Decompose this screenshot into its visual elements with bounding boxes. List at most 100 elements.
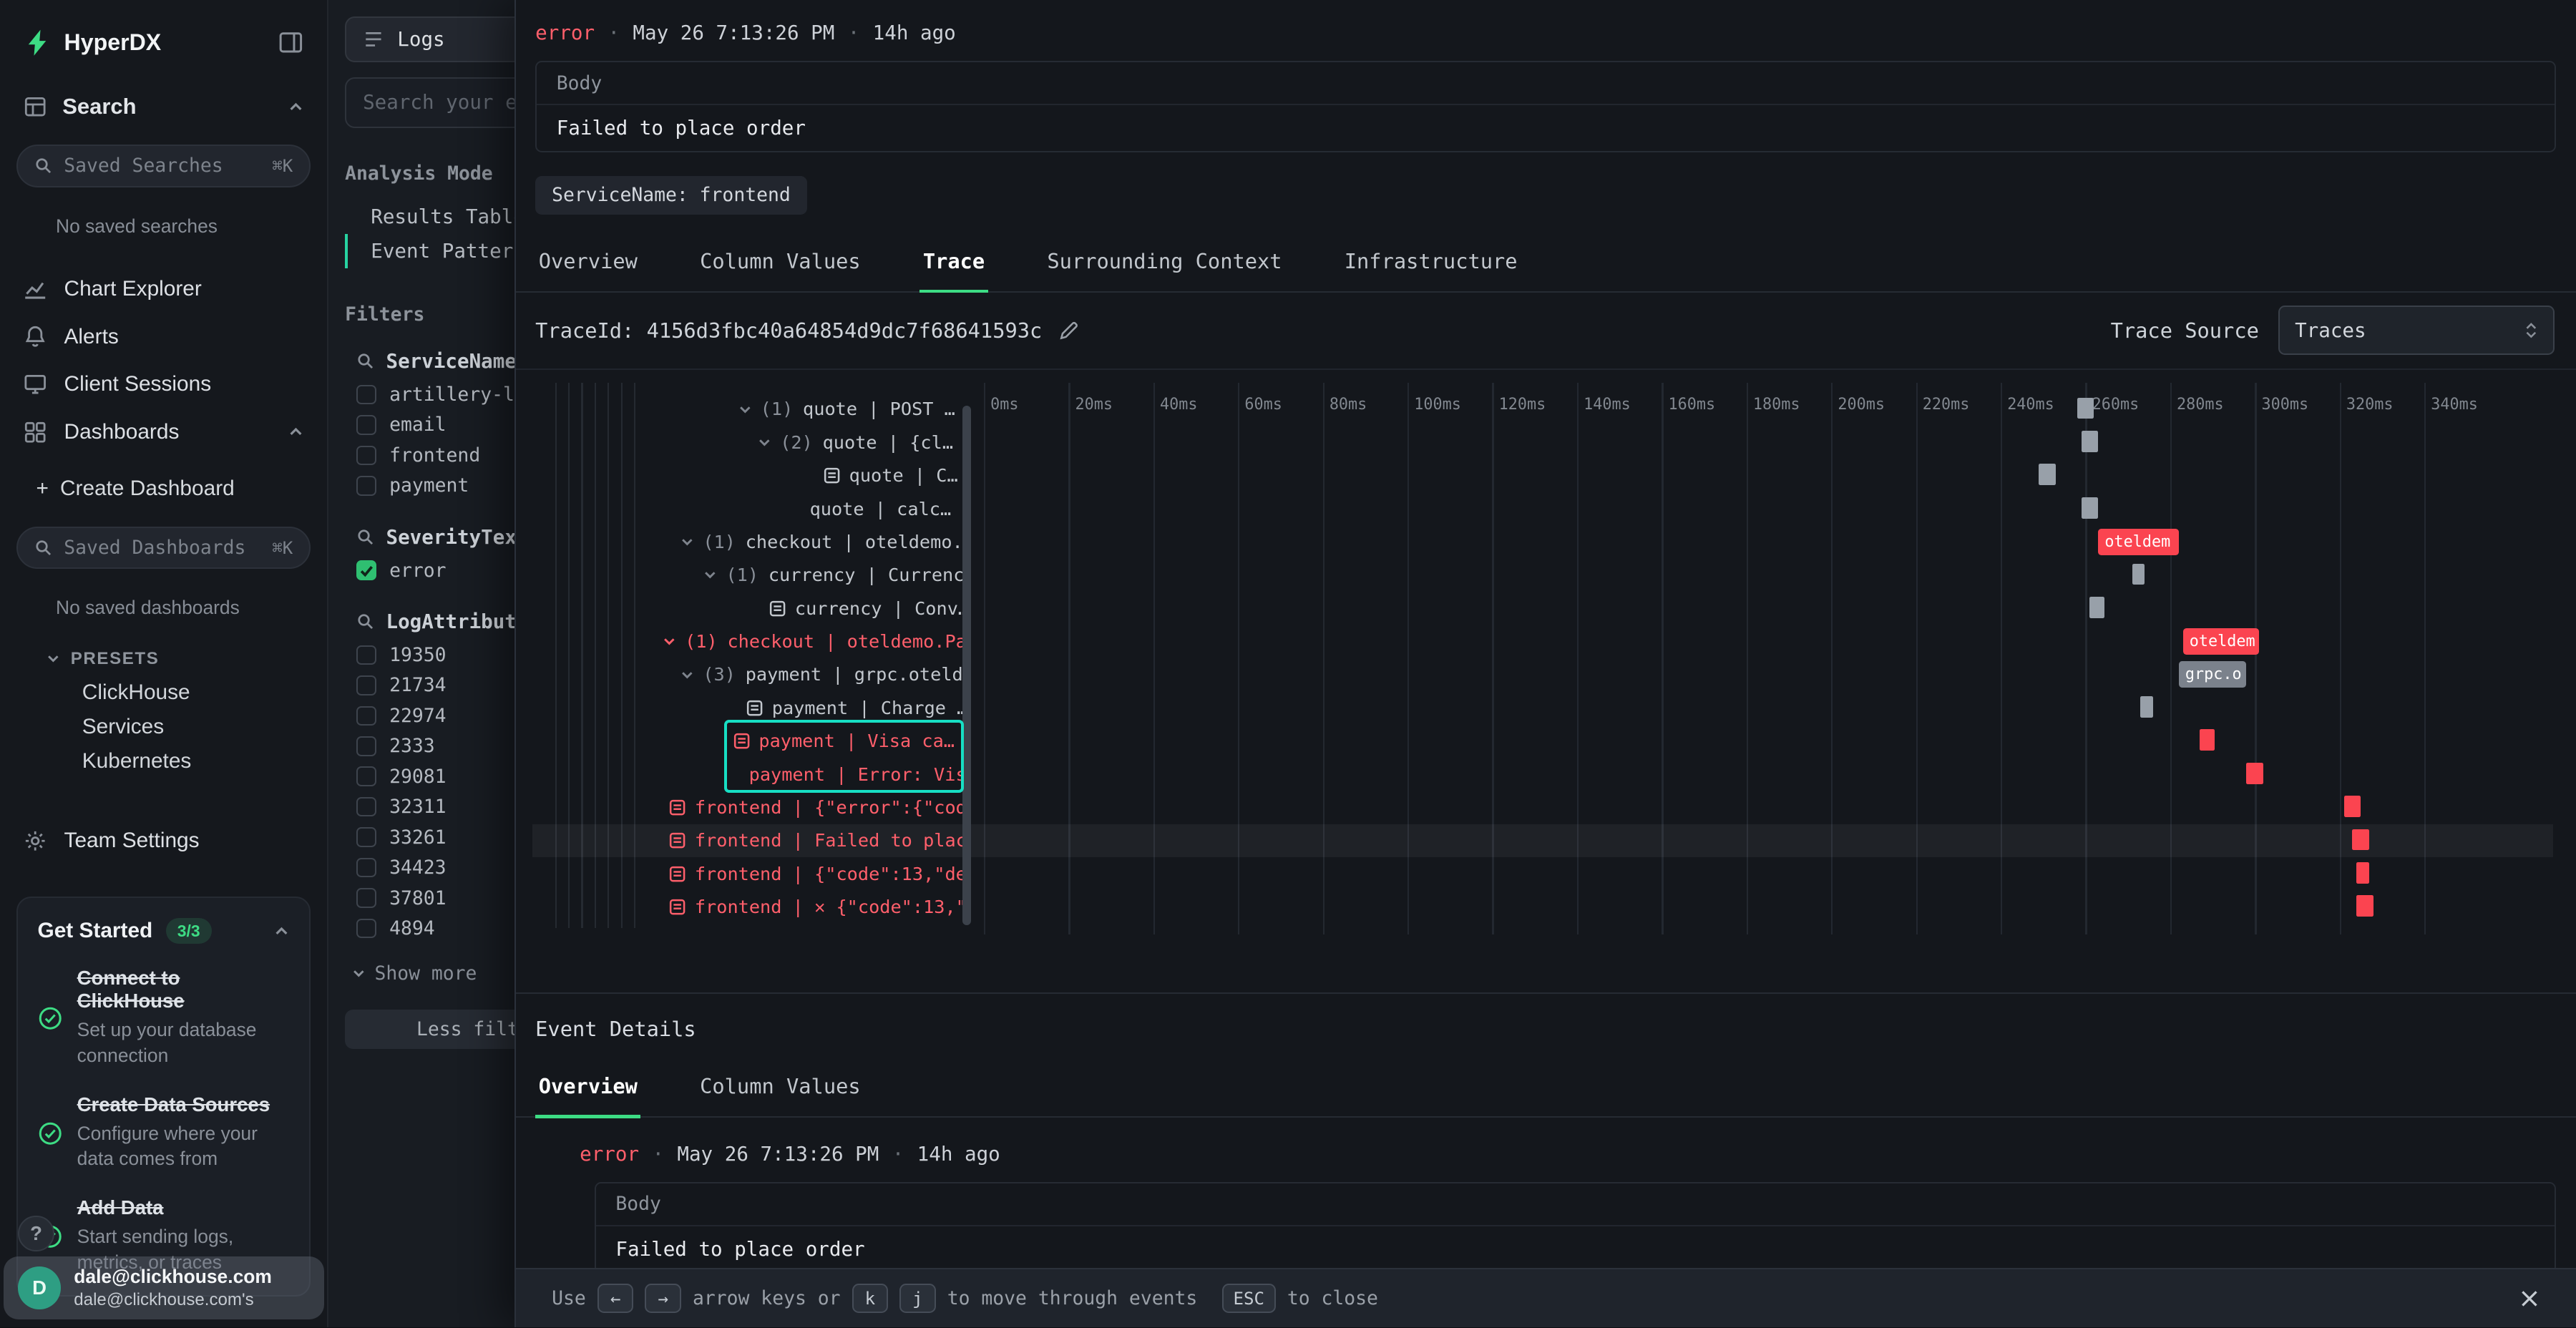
span-duration-bar[interactable]: oteldem — [2098, 529, 2179, 555]
presets-toggle[interactable]: PRESETS — [0, 643, 327, 675]
filter-value-label: frontend — [389, 444, 480, 467]
brand[interactable]: HyperDX — [23, 28, 161, 57]
span-label: frontend | ✕ {"code":13,"d… — [695, 897, 962, 917]
checkbox[interactable] — [356, 919, 376, 939]
span-row[interactable]: frontend | {"code":13,"det… — [516, 857, 962, 890]
presets-label: PRESETS — [71, 649, 160, 669]
span-row[interactable]: quote | C… — [516, 459, 962, 492]
create-dashboard-button[interactable]: + Create Dashboard — [0, 467, 327, 510]
body-label: Body — [596, 1183, 2555, 1227]
span-row[interactable]: (1)checkout | oteldemo.Pa… — [516, 625, 962, 658]
sidebar-preset-kubernetes[interactable]: Kubernetes — [0, 744, 327, 778]
span-count: (1) — [685, 631, 718, 652]
gear-icon — [23, 829, 47, 853]
tab-infrastructure[interactable]: Infrastructure — [1341, 234, 1521, 291]
event-details-tab-overview[interactable]: Overview — [535, 1059, 640, 1116]
span-row[interactable]: currency | Conv… — [516, 592, 962, 625]
edit-icon[interactable] — [1058, 320, 1080, 341]
span-duration-bar[interactable] — [2356, 862, 2369, 884]
team-settings-button[interactable]: Team Settings — [0, 818, 327, 864]
span-row[interactable]: (2)quote | {cl… — [516, 426, 962, 459]
span-duration-bar[interactable] — [2089, 597, 2104, 618]
get-started-header[interactable]: Get Started 3/3 — [38, 918, 290, 944]
user-menu[interactable]: D dale@clickhouse.com dale@clickhouse.co… — [4, 1256, 324, 1319]
checkbox[interactable] — [356, 766, 376, 786]
span-row[interactable]: (1)quote | POST … — [516, 393, 962, 426]
body-card: Body Failed to place order — [535, 61, 2556, 153]
span-duration-bar[interactable]: oteldem — [2183, 628, 2260, 655]
sidebar-item-dashboards[interactable]: Dashboards — [0, 408, 327, 456]
tab-surrounding-context[interactable]: Surrounding Context — [1044, 234, 1285, 291]
checkbox[interactable] — [356, 385, 376, 405]
chevron-up-icon[interactable] — [273, 923, 290, 939]
separator-dot: · — [848, 21, 860, 44]
user-name: dale@clickhouse.com — [74, 1266, 272, 1288]
checkbox[interactable] — [356, 675, 376, 695]
sidebar-item-alerts[interactable]: Alerts — [0, 313, 327, 361]
event-details-section: Event Details OverviewColumn Values erro… — [516, 992, 2576, 1274]
tab-column-values[interactable]: Column Values — [697, 234, 864, 291]
checkbox[interactable] — [356, 888, 376, 908]
span-duration-bar[interactable] — [2246, 763, 2263, 784]
checkbox[interactable] — [356, 476, 376, 496]
span-row[interactable]: frontend | {"error":{"code… — [516, 791, 962, 824]
span-duration-bar[interactable]: grpc.o — [2179, 661, 2247, 688]
checkbox[interactable] — [356, 560, 376, 580]
span-duration-bar[interactable] — [2356, 895, 2373, 917]
sidebar-header: HyperDX — [0, 0, 327, 85]
checkbox[interactable] — [356, 645, 376, 665]
span-duration-bar[interactable] — [2039, 464, 2056, 485]
tab-trace[interactable]: Trace — [919, 234, 988, 291]
service-name-tag[interactable]: ServiceName: frontend — [535, 176, 807, 215]
span-duration-bar[interactable] — [2132, 564, 2145, 585]
checkbox[interactable] — [356, 736, 376, 756]
span-duration-bar[interactable] — [2077, 398, 2094, 419]
sidebar-section-search[interactable]: Search — [0, 85, 327, 128]
hint-close: to close — [1287, 1287, 1378, 1309]
collapse-sidebar-icon[interactable] — [278, 29, 304, 56]
close-icon[interactable] — [2519, 1288, 2540, 1309]
help-button[interactable]: ? — [18, 1216, 54, 1252]
span-duration-bar[interactable] — [2082, 497, 2099, 519]
span-duration-bar[interactable] — [2352, 829, 2369, 851]
tab-overview[interactable]: Overview — [535, 234, 640, 291]
sidebar-item-client-sessions[interactable]: Client Sessions — [0, 361, 327, 409]
detail-tabs: Overview Column Values Trace Surrounding Co… — [516, 234, 2576, 293]
span-row[interactable]: (1)checkout | oteldemo.… — [516, 525, 962, 558]
span-duration-bar[interactable] — [2344, 796, 2361, 817]
span-label: quote | POST … — [803, 399, 955, 419]
keyboard-hints-bar: Use ← → arrow keys or k j to move throug… — [516, 1268, 2576, 1327]
span-row[interactable]: frontend | Failed to place… — [516, 824, 962, 857]
filter-group-name: ServiceName — [386, 350, 517, 373]
event-details-tab-column-values[interactable]: Column Values — [697, 1059, 864, 1116]
trace-source-select[interactable]: Traces — [2278, 306, 2555, 355]
checkbox[interactable] — [356, 858, 376, 878]
logs-icon — [363, 29, 384, 50]
span-row[interactable]: frontend | ✕ {"code":13,"d… — [516, 890, 962, 923]
sidebar-preset-services[interactable]: Services — [0, 710, 327, 744]
span-duration-bar[interactable] — [2200, 729, 2215, 751]
span-row[interactable]: (3)payment | grpc.oteld… — [516, 658, 962, 691]
span-row[interactable]: (1)currency | Currenc… — [516, 559, 962, 592]
select-chevrons-icon — [2524, 321, 2539, 341]
chevron-up-icon[interactable] — [288, 99, 304, 115]
checkbox[interactable] — [356, 827, 376, 847]
span-duration-bar[interactable] — [2082, 431, 2099, 452]
sidebar-preset-clickhouse[interactable]: ClickHouse — [0, 675, 327, 710]
sidebar-item-chart-explorer[interactable]: Chart Explorer — [0, 265, 327, 313]
checkbox[interactable] — [356, 797, 376, 817]
span-row[interactable]: quote | calc… — [516, 492, 962, 525]
check-circle-icon — [38, 969, 62, 1069]
checkbox[interactable] — [356, 706, 376, 726]
search-icon — [356, 528, 374, 546]
checkbox[interactable] — [356, 446, 376, 466]
waterfall-scrollbar[interactable] — [962, 406, 970, 925]
checkbox[interactable] — [356, 415, 376, 435]
filter-value-label: 29081 — [389, 766, 446, 788]
saved-searches-input[interactable]: Saved Searches ⌘K — [16, 145, 311, 187]
chevron-down-icon — [662, 634, 677, 649]
search-icon — [34, 157, 52, 175]
saved-dashboards-input[interactable]: Saved Dashboards ⌘K — [16, 527, 311, 570]
saved-dashboards-placeholder: Saved Dashboards — [64, 537, 245, 559]
span-duration-bar[interactable] — [2140, 696, 2153, 718]
